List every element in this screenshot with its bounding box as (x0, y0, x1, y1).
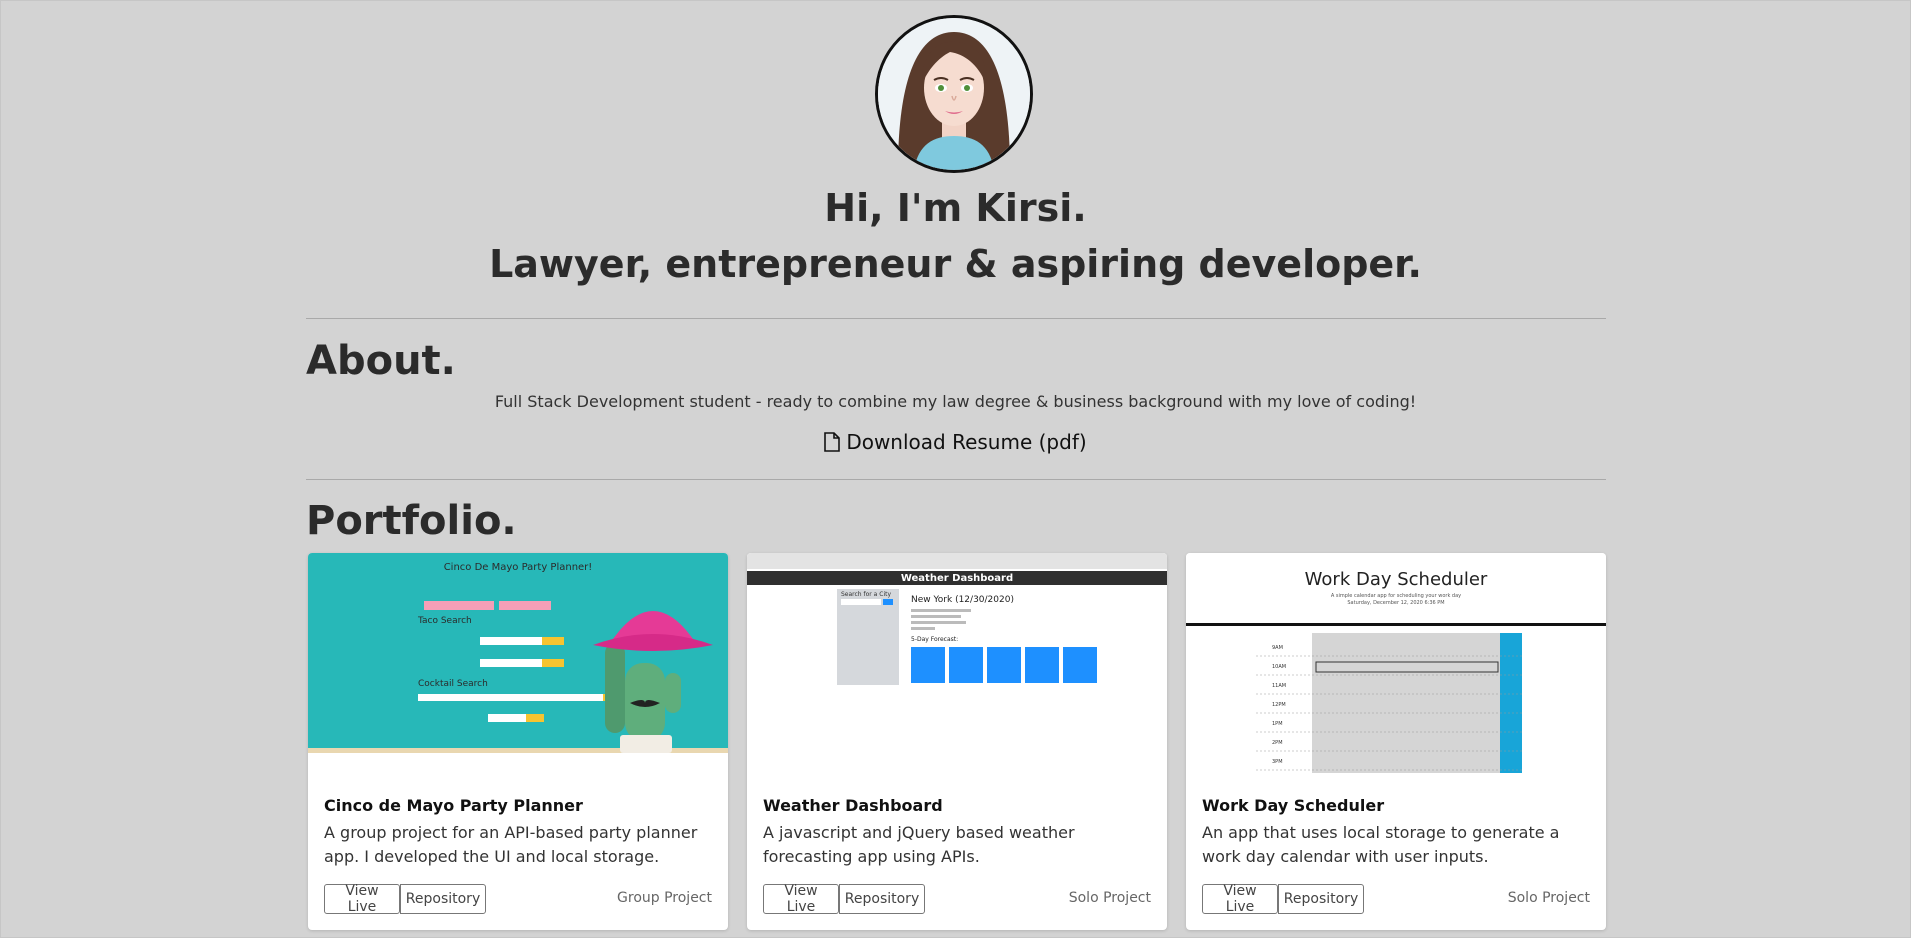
divider (306, 318, 1606, 319)
scheduler-hour-label: 2PM (1272, 740, 1283, 746)
cinco-shot-taco: Taco Search (417, 616, 472, 626)
weather-shot-forecast: 5-Day Forecast: (911, 636, 958, 643)
about-text: Full Stack Development student - ready t… (494, 392, 1417, 411)
project-type-label: Solo Project (1507, 890, 1590, 906)
scheduler-shot-date: Saturday, December 12, 2020 6:36 PM (1347, 600, 1444, 606)
view-live-button[interactable]: View Live (1202, 883, 1278, 915)
portfolio-heading: Portfolio. (306, 498, 517, 544)
download-resume-link[interactable]: Download Resume (pdf) (0, 430, 1911, 457)
scheduler-hour-label: 3PM (1272, 759, 1283, 765)
scheduler-screenshot-image: Work Day Scheduler A simple calendar app… (1186, 553, 1606, 773)
repository-button[interactable]: Repository (1278, 884, 1364, 914)
weather-screenshot-image: Weather Dashboard Search for a City New … (747, 553, 1167, 773)
project-title: Weather Dashboard (763, 796, 943, 815)
project-card-work-day-scheduler: Work Day Scheduler A simple calendar app… (1186, 553, 1606, 930)
weather-shot-search: Search for a City (841, 591, 891, 598)
project-type-label: Group Project (617, 890, 712, 906)
project-title: Work Day Scheduler (1202, 796, 1385, 815)
project-card-cinco-de-mayo: Cinco De Mayo Party Planner! Taco Search… (308, 553, 728, 930)
project-type-label: Solo Project (1068, 890, 1151, 906)
project-screenshot-weather-dashboard[interactable]: Weather Dashboard Search for a City New … (747, 553, 1167, 773)
project-screenshot-work-day-scheduler[interactable]: Work Day Scheduler A simple calendar app… (1186, 553, 1606, 773)
scheduler-hour-label: 10AM (1272, 664, 1286, 670)
view-live-button[interactable]: View Live (324, 883, 400, 915)
view-live-button[interactable]: View Live (763, 883, 839, 915)
project-description: A javascript and jQuery based weather fo… (763, 823, 1075, 866)
hero-tagline: Lawyer, entrepreneur & aspiring develope… (489, 242, 1422, 286)
avatar (875, 15, 1033, 173)
document-icon (824, 432, 841, 457)
download-resume-label: Download Resume (pdf) (846, 430, 1087, 454)
cinco-screenshot-image: Cinco De Mayo Party Planner! Taco Search… (308, 553, 728, 773)
project-description: A group project for an API-based party p… (324, 823, 698, 866)
project-description: An app that uses local storage to genera… (1202, 823, 1560, 866)
cinco-shot-heading: Cinco De Mayo Party Planner! (444, 562, 593, 573)
scheduler-shot-heading: Work Day Scheduler (1305, 569, 1488, 590)
avatar-illustration (878, 18, 1030, 170)
repository-button[interactable]: Repository (839, 884, 925, 914)
weather-shot-city: New York (12/30/2020) (911, 595, 1014, 605)
scheduler-hour-label: 1PM (1272, 721, 1283, 727)
project-card-weather-dashboard: Weather Dashboard Search for a City New … (747, 553, 1167, 930)
divider (306, 479, 1606, 480)
about-heading: About. (306, 338, 456, 384)
scheduler-hour-label: 11AM (1272, 683, 1286, 689)
scheduler-shot-subheading: A simple calendar app for scheduling you… (1331, 593, 1461, 599)
scheduler-hour-label: 9AM (1272, 645, 1283, 651)
hero-greeting: Hi, I'm Kirsi. (824, 186, 1087, 230)
repository-button[interactable]: Repository (400, 884, 486, 914)
weather-shot-heading: Weather Dashboard (901, 573, 1013, 584)
project-screenshot-cinco-de-mayo[interactable]: Cinco De Mayo Party Planner! Taco Search… (308, 553, 728, 773)
scheduler-hour-label: 12PM (1272, 702, 1286, 708)
project-title: Cinco de Mayo Party Planner (324, 796, 583, 815)
cinco-shot-cocktail: Cocktail Search (418, 679, 488, 689)
